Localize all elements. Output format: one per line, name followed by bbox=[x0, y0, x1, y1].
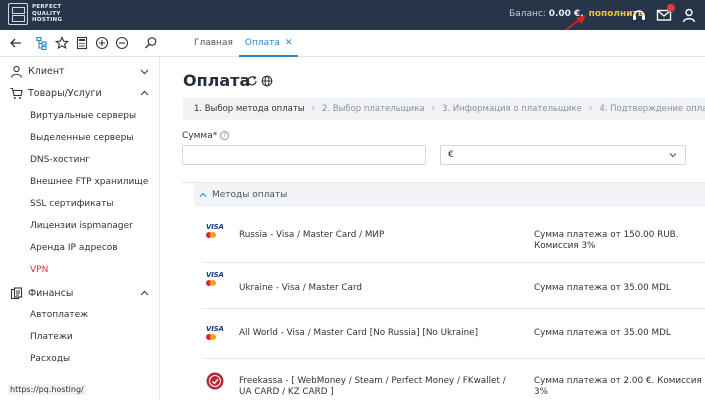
cart-icon bbox=[10, 87, 23, 100]
currency-value: € bbox=[448, 150, 454, 160]
chevron-down-icon bbox=[140, 69, 149, 75]
back-arrow-icon[interactable] bbox=[9, 36, 23, 50]
plus-circle-icon[interactable] bbox=[95, 36, 109, 50]
top-bar: PERFECT QUALITY HOSTING Баланс: 0.00 €, … bbox=[0, 0, 705, 48]
finance-icon bbox=[10, 287, 23, 300]
globe-icon[interactable] bbox=[261, 75, 273, 87]
refresh-icon[interactable] bbox=[246, 75, 258, 87]
payment-method-info: Сумма платежа от 35.00 MDL bbox=[534, 328, 671, 338]
user-icon[interactable] bbox=[681, 7, 697, 23]
mail-badge bbox=[667, 4, 675, 12]
sidebar-group-label: Клиент bbox=[28, 66, 65, 77]
payment-method-name: Freekassa - [ WebMoney / Steam / Perfect… bbox=[239, 376, 506, 397]
step-separator: › bbox=[311, 104, 315, 114]
help-icon[interactable]: ? bbox=[220, 131, 230, 140]
amount-input[interactable] bbox=[182, 145, 426, 165]
sidebar-group-products[interactable]: Товары/Услуги bbox=[0, 83, 160, 105]
tab-bar: Главная Оплата ✕ bbox=[188, 30, 299, 57]
step-4: 4. Подтверждение оплаты bbox=[599, 104, 705, 114]
step-2: 2. Выбор плательщика bbox=[321, 104, 425, 114]
logo-text: PERFECT QUALITY HOSTING bbox=[32, 4, 62, 24]
payment-method-row[interactable]: VISA Russia - Visa / Master Card / МИР С… bbox=[202, 207, 705, 263]
step-separator: › bbox=[431, 104, 435, 114]
payment-method-row[interactable]: Freekassa - [ WebMoney / Steam / Perfect… bbox=[202, 359, 705, 400]
tree-icon[interactable] bbox=[35, 36, 49, 51]
freekassa-icon bbox=[206, 372, 224, 390]
logo-line-1: PERFECT bbox=[32, 4, 62, 11]
visa-logo-text: VISA bbox=[206, 223, 224, 231]
payment-method-name: Ukraine - Visa / Master Card bbox=[239, 283, 362, 293]
tab-payment[interactable]: Оплата ✕ bbox=[238, 30, 299, 57]
payment-methods-header[interactable]: Методы оплаты bbox=[194, 183, 705, 207]
minus-circle-icon[interactable] bbox=[115, 36, 129, 50]
payment-method-info: Сумма платежа от 2.00 €. Комиссия 3% bbox=[534, 376, 702, 397]
title-actions bbox=[246, 75, 273, 87]
mail-icon[interactable] bbox=[656, 4, 675, 23]
tab-home-label: Главная bbox=[194, 38, 233, 48]
tab-home[interactable]: Главная bbox=[188, 30, 239, 57]
toolbar: Главная Оплата ✕ bbox=[0, 30, 705, 57]
search-icon[interactable] bbox=[144, 36, 158, 50]
sidebar: Клиент Товары/Услуги Виртуальные серверы… bbox=[0, 57, 160, 400]
sidebar-group-label: Финансы bbox=[28, 288, 74, 299]
amount-label-text: Сумма* bbox=[182, 131, 218, 141]
amount-label: Сумма*? bbox=[182, 131, 230, 141]
sidebar-item-virtual-servers[interactable]: Виртуальные серверы bbox=[30, 111, 136, 121]
payment-method-row[interactable]: VISA Ukraine - Visa / Master Card Сумма … bbox=[202, 263, 705, 309]
sidebar-group-label: Товары/Услуги bbox=[28, 88, 102, 99]
page-title: Оплата bbox=[183, 71, 251, 90]
sidebar-item-vpn[interactable]: VPN bbox=[30, 265, 48, 275]
status-bar-url: https://pq.hosting/ bbox=[8, 384, 86, 395]
payment-methods-panel: Методы оплаты VISA Russia - Visa / Maste… bbox=[182, 182, 705, 400]
payment-method-info: Сумма платежа от 150.00 RUB. Комиссия 3% bbox=[534, 230, 679, 251]
logo-line-3: HOSTING bbox=[32, 17, 63, 24]
tab-close-icon[interactable]: ✕ bbox=[285, 38, 293, 48]
calculator-icon[interactable] bbox=[75, 36, 89, 50]
sidebar-item-dns-hosting[interactable]: DNS-хостинг bbox=[30, 155, 90, 165]
chevron-down-icon bbox=[669, 153, 677, 158]
wizard-steps: 1. Выбор метода оплаты › 2. Выбор плател… bbox=[183, 98, 705, 120]
sidebar-item-ssl[interactable]: SSL сертификаты bbox=[30, 199, 113, 209]
currency-select[interactable]: € bbox=[440, 145, 686, 165]
chevron-up-icon bbox=[140, 290, 149, 296]
chevron-up-icon bbox=[140, 90, 149, 96]
star-icon[interactable] bbox=[54, 36, 70, 50]
sidebar-item-dedicated-servers[interactable]: Выделенные серверы bbox=[30, 133, 133, 143]
support-icon[interactable] bbox=[631, 7, 647, 23]
payment-method-name: All World - Visa / Master Card [No Russi… bbox=[239, 328, 478, 338]
main-content: Оплата 1. Выбор метода оплаты › 2. Выбор… bbox=[160, 57, 705, 400]
tab-payment-label: Оплата bbox=[244, 38, 280, 48]
chevron-up-icon bbox=[199, 192, 207, 197]
payment-methods-title: Методы оплаты bbox=[212, 190, 288, 200]
visa-mastercard-icon: VISA bbox=[206, 325, 228, 340]
person-icon bbox=[10, 65, 23, 78]
step-3: 3. Информация о плательщике bbox=[441, 104, 582, 114]
visa-logo-text: VISA bbox=[206, 271, 224, 279]
logo[interactable]: PERFECT QUALITY HOSTING bbox=[8, 3, 62, 25]
sidebar-item-ispmanager[interactable]: Лицензии ispmanager bbox=[30, 221, 133, 231]
sidebar-item-expenses[interactable]: Расходы bbox=[30, 354, 70, 364]
visa-mastercard-icon: VISA bbox=[206, 223, 228, 238]
sidebar-group-finance[interactable]: Финансы bbox=[0, 283, 160, 305]
visa-mastercard-icon: VISA bbox=[206, 271, 228, 286]
sidebar-item-ftp-storage[interactable]: Внешнее FTP хранилище bbox=[30, 177, 148, 187]
logo-mark-icon bbox=[8, 3, 28, 25]
step-separator: › bbox=[588, 104, 593, 114]
sidebar-item-ip-rent[interactable]: Аренда IP адресов bbox=[30, 243, 118, 253]
visa-logo-text: VISA bbox=[206, 325, 224, 333]
payment-method-row[interactable]: VISA All World - Visa / Master Card [No … bbox=[202, 309, 705, 359]
sidebar-item-autopay[interactable]: Автоплатеж bbox=[30, 310, 88, 320]
sidebar-item-payments[interactable]: Платежи bbox=[30, 332, 73, 342]
step-1: 1. Выбор метода оплаты bbox=[194, 104, 305, 114]
payment-method-info: Сумма платежа от 35.00 MDL bbox=[534, 283, 671, 293]
sidebar-group-client[interactable]: Клиент bbox=[0, 61, 160, 83]
payment-method-name: Russia - Visa / Master Card / МИР bbox=[239, 230, 385, 240]
